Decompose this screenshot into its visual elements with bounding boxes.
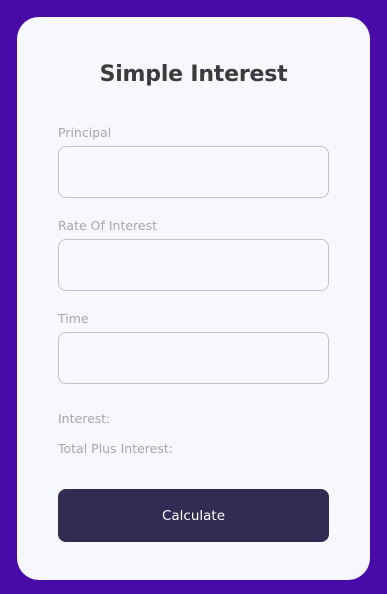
principal-input[interactable] xyxy=(58,146,329,198)
rate-label: Rate Of Interest xyxy=(58,218,158,233)
page-title: Simple Interest xyxy=(99,62,288,87)
principal-label: Principal xyxy=(58,125,112,140)
rate-input[interactable] xyxy=(58,239,329,291)
interest-result: Interest: xyxy=(58,411,111,426)
total-result: Total Plus Interest: xyxy=(58,441,173,456)
time-label: Time xyxy=(58,311,89,326)
time-input[interactable] xyxy=(58,332,329,384)
calculate-button[interactable]: Calculate xyxy=(58,489,329,542)
calculator-card: Simple Interest Principal Rate Of Intere… xyxy=(17,17,370,580)
